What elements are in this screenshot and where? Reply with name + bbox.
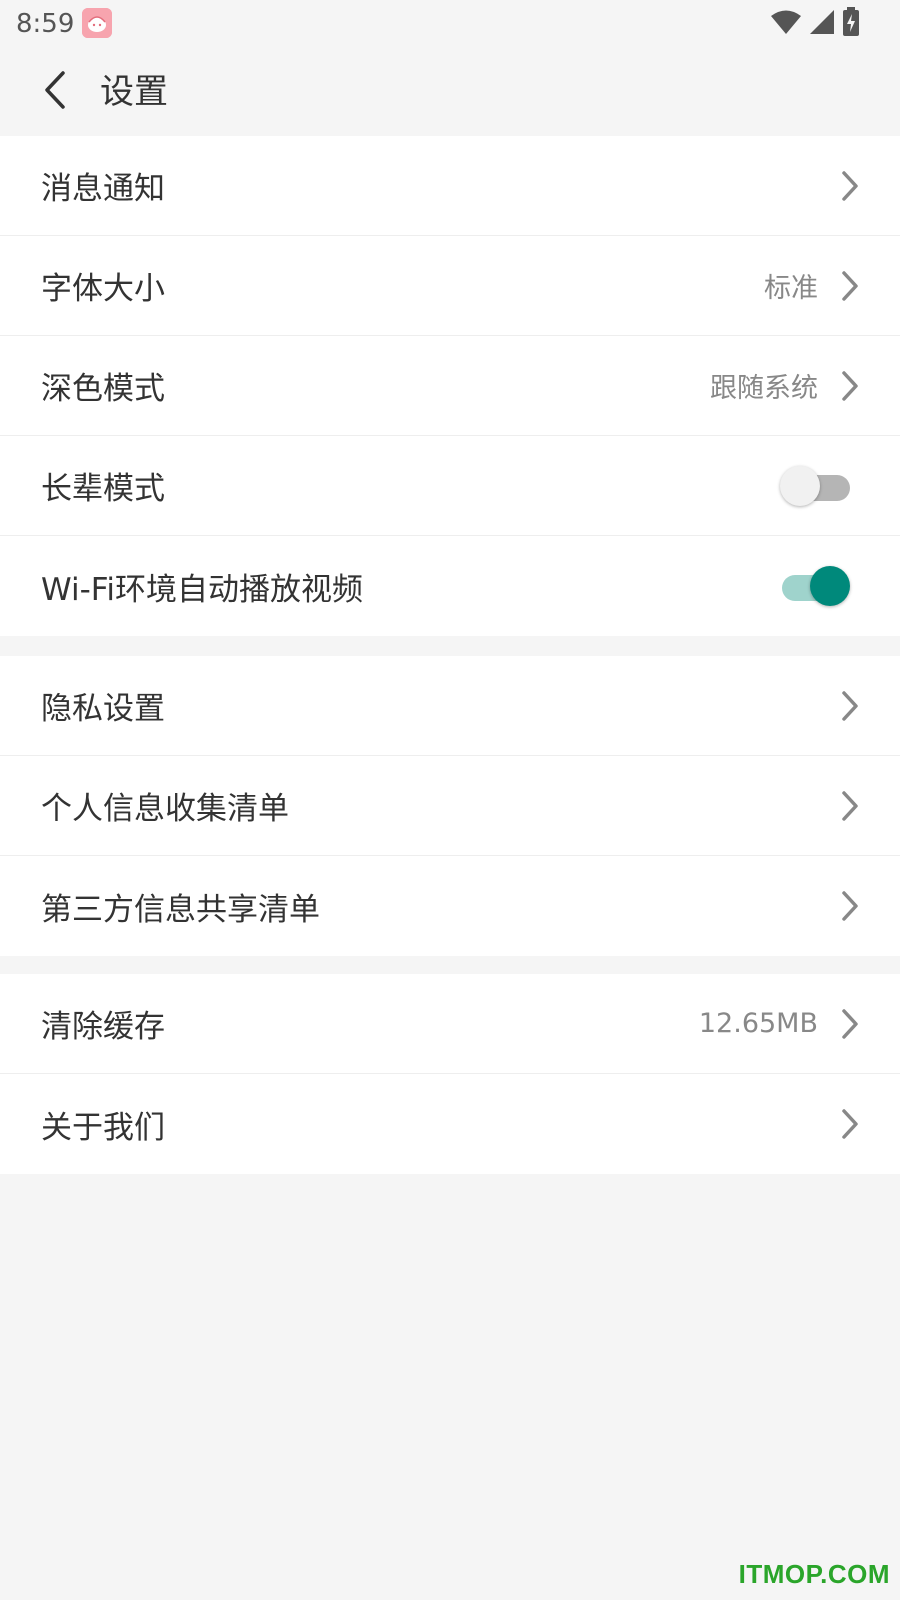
chevron-right-icon <box>838 368 862 404</box>
chevron-right-icon <box>838 1106 862 1142</box>
toggle-thumb <box>780 465 820 506</box>
setting-message-notifications[interactable]: 消息通知 <box>0 136 900 236</box>
setting-label: 清除缓存 <box>41 1009 165 1045</box>
chevron-right-icon <box>838 688 862 724</box>
battery-charging-icon <box>842 7 860 41</box>
back-button[interactable] <box>30 66 80 118</box>
setting-label: 深色模式 <box>41 371 165 407</box>
setting-clear-cache[interactable]: 清除缓存 12.65MB <box>0 974 900 1074</box>
page-title: 设置 <box>100 72 168 112</box>
cache-size-value: 12.65MB <box>698 1008 818 1039</box>
cellular-signal-icon <box>808 9 836 39</box>
chevron-right-icon <box>838 888 862 924</box>
settings-group-general: 消息通知 字体大小 标准 深色模式 跟随系统 长辈模式 Wi-Fi环境自动播放视… <box>0 136 900 636</box>
toggle-thumb <box>810 566 850 606</box>
setting-label: 第三方信息共享清单 <box>41 891 320 928</box>
setting-label: 字体大小 <box>41 271 165 307</box>
setting-label: 隐私设置 <box>41 691 165 727</box>
chevron-right-icon <box>838 1006 862 1042</box>
status-icons <box>770 7 860 41</box>
setting-label: 长辈模式 <box>41 471 165 507</box>
chevron-right-icon <box>838 168 862 204</box>
app-notification-icon <box>82 8 112 38</box>
setting-value: 跟随系统 <box>710 373 818 404</box>
setting-elder-mode: 长辈模式 <box>0 436 900 536</box>
status-time: 8:59 <box>16 9 75 39</box>
setting-about-us[interactable]: 关于我们 <box>0 1074 900 1174</box>
setting-privacy[interactable]: 隐私设置 <box>0 656 900 756</box>
setting-dark-mode[interactable]: 深色模式 跟随系统 <box>0 336 900 436</box>
setting-label: 关于我们 <box>41 1109 165 1146</box>
wifi-autoplay-toggle[interactable] <box>780 564 852 608</box>
chevron-left-icon <box>42 70 68 114</box>
setting-font-size[interactable]: 字体大小 标准 <box>0 236 900 336</box>
setting-personal-info-list[interactable]: 个人信息收集清单 <box>0 756 900 856</box>
elder-mode-toggle[interactable] <box>780 464 852 508</box>
wifi-icon <box>770 9 802 39</box>
settings-group-other: 清除缓存 12.65MB 关于我们 <box>0 974 900 1174</box>
watermark: ITMOP.COM <box>738 1559 890 1589</box>
setting-third-party-sharing-list[interactable]: 第三方信息共享清单 <box>0 856 900 956</box>
status-bar: 8:59 <box>0 0 900 48</box>
header: 设置 <box>0 48 900 136</box>
setting-label: 个人信息收集清单 <box>41 791 289 827</box>
setting-label: 消息通知 <box>41 171 165 207</box>
chevron-right-icon <box>838 788 862 824</box>
settings-group-privacy: 隐私设置 个人信息收集清单 第三方信息共享清单 <box>0 656 900 956</box>
setting-wifi-autoplay: Wi-Fi环境自动播放视频 <box>0 536 900 636</box>
setting-value: 标准 <box>764 273 818 304</box>
setting-label: Wi-Fi环境自动播放视频 <box>41 571 363 608</box>
chevron-right-icon <box>838 268 862 304</box>
